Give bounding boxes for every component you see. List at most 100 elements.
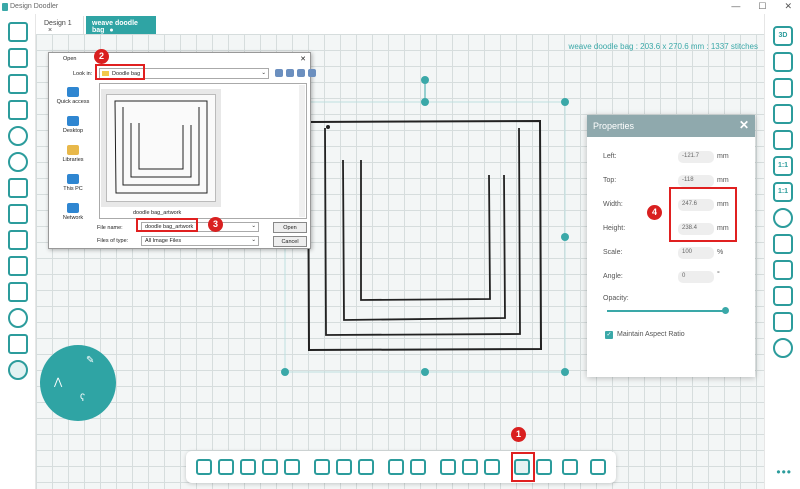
maintain-aspect-checkbox[interactable]: ✓	[605, 331, 613, 339]
file-list-scrollbar[interactable]	[299, 85, 305, 217]
object-list-icon[interactable]	[773, 260, 793, 280]
view-3d-button[interactable]: 3D	[773, 26, 793, 46]
files-of-type-label: Files of type:	[97, 238, 129, 244]
node-edit-icon[interactable]	[240, 459, 256, 475]
print-icon[interactable]	[440, 459, 456, 475]
callout-box-2	[95, 64, 145, 80]
text-icon[interactable]	[8, 282, 28, 302]
properties-title: Properties	[593, 121, 635, 131]
new-file-icon[interactable]	[8, 22, 28, 42]
file-thumbnail[interactable]	[101, 89, 221, 207]
thread-color-icon[interactable]	[773, 338, 793, 358]
place-quick-access[interactable]: Quick access	[51, 87, 95, 105]
tab-design-1[interactable]: Design 1 ×	[38, 16, 84, 34]
up-folder-icon[interactable]	[286, 69, 294, 77]
opacity-slider-track[interactable]	[607, 310, 725, 312]
place-network[interactable]: Network	[51, 203, 95, 221]
pan-hand-icon[interactable]	[336, 459, 352, 475]
callout-number-4: 4	[647, 205, 662, 220]
top-field[interactable]: -118	[678, 175, 714, 187]
image-trace-icon[interactable]	[562, 459, 578, 475]
place-desktop[interactable]: Desktop	[51, 116, 95, 134]
group-icon[interactable]	[8, 334, 28, 354]
select-arrow-icon[interactable]	[196, 459, 212, 475]
new-folder-icon[interactable]	[297, 69, 305, 77]
chevron-down-icon: ⌄	[261, 70, 266, 76]
monitor-icon[interactable]	[773, 130, 793, 150]
more-options-icon[interactable]: •••	[776, 465, 792, 479]
place-this-pc[interactable]: This PC	[51, 174, 95, 192]
tab-weave-doodle-bag[interactable]: weave doodle bag ●	[86, 16, 156, 34]
draw-image-icon[interactable]	[590, 459, 606, 475]
height-label: Height:	[603, 225, 626, 232]
left-field[interactable]: -121.7	[678, 151, 714, 163]
tab-close-icon[interactable]: ×	[48, 27, 52, 34]
draw-icon[interactable]	[8, 308, 28, 328]
redo-icon[interactable]	[8, 152, 28, 172]
layers-panel-icon[interactable]	[773, 104, 793, 124]
stack-icon[interactable]	[773, 312, 793, 332]
left-label: Left:	[603, 153, 617, 160]
computer-icon	[67, 174, 79, 184]
tab-label: weave doodle bag	[92, 20, 138, 34]
curve-icon[interactable]: ʕ	[80, 393, 85, 404]
stitch-icon[interactable]	[8, 360, 28, 380]
quick-tool-wheel[interactable]: ✎ ⋀ ʕ	[40, 345, 116, 421]
callout-number-1: 1	[511, 427, 526, 442]
pencil-icon[interactable]: ✎	[86, 355, 94, 366]
align-icon[interactable]	[773, 286, 793, 306]
opacity-label: Opacity:	[603, 295, 629, 302]
open-button[interactable]: Open	[273, 222, 307, 233]
angle-unit: °	[717, 271, 720, 278]
measure-icon[interactable]	[358, 459, 374, 475]
look-in-label: Look in:	[73, 71, 93, 77]
libraries-icon	[67, 145, 79, 155]
left-unit: mm	[717, 153, 729, 160]
crop-icon[interactable]	[388, 459, 404, 475]
scale-field[interactable]: 100	[678, 247, 714, 259]
open-folder-icon[interactable]	[8, 48, 28, 68]
place-libraries[interactable]: Libraries	[51, 145, 95, 163]
transform-icon[interactable]	[218, 459, 234, 475]
zoom-icon[interactable]	[314, 459, 330, 475]
save-icon[interactable]	[8, 74, 28, 94]
dialog-close-button[interactable]: ✕	[300, 55, 306, 63]
zoom-1to1-button[interactable]: 1:1	[773, 156, 793, 176]
reshape-icon[interactable]	[262, 459, 278, 475]
angle-field[interactable]: 0	[678, 271, 714, 283]
hoop-icon[interactable]	[773, 52, 793, 72]
lock-icon[interactable]	[773, 234, 793, 254]
undo-icon[interactable]	[8, 126, 28, 146]
maximize-button[interactable]: ☐	[758, 1, 766, 12]
paste-icon[interactable]	[8, 230, 28, 250]
opacity-slider-handle[interactable]	[722, 307, 729, 314]
star-icon	[67, 87, 79, 97]
files-of-type-select[interactable]: All Image Files ⌄	[141, 236, 259, 246]
copy-icon[interactable]	[8, 204, 28, 224]
maintain-aspect-label: Maintain Aspect Ratio	[617, 331, 685, 338]
cancel-button[interactable]: Cancel	[273, 236, 307, 247]
magic-wand-icon[interactable]	[284, 459, 300, 475]
cut-icon[interactable]	[8, 178, 28, 198]
properties-header: Properties ✕	[587, 115, 755, 137]
properties-close-button[interactable]: ✕	[739, 118, 749, 132]
minimize-button[interactable]: —	[731, 1, 740, 12]
flip-horizontal-icon[interactable]	[462, 459, 478, 475]
view-menu-icon[interactable]	[308, 69, 316, 77]
mirror-icon[interactable]	[484, 459, 500, 475]
resize-icon[interactable]	[410, 459, 426, 475]
image-settings-icon[interactable]	[536, 459, 552, 475]
delete-icon[interactable]	[8, 256, 28, 276]
nodes-icon[interactable]: ⋀	[54, 377, 62, 388]
chevron-down-icon: ⌄	[251, 237, 256, 243]
help-icon[interactable]	[773, 208, 793, 228]
back-icon[interactable]	[275, 69, 283, 77]
export-icon[interactable]	[8, 100, 28, 120]
fit-1to1-button[interactable]: 1:1	[773, 182, 793, 202]
grid-icon[interactable]	[773, 78, 793, 98]
close-button[interactable]: ✕	[784, 1, 792, 12]
callout-box-4	[669, 187, 737, 242]
properties-panel: Properties ✕ Left: -121.7 mm Top: -118 m…	[587, 115, 755, 377]
dialog-title: Open	[63, 56, 77, 62]
network-icon	[67, 203, 79, 213]
